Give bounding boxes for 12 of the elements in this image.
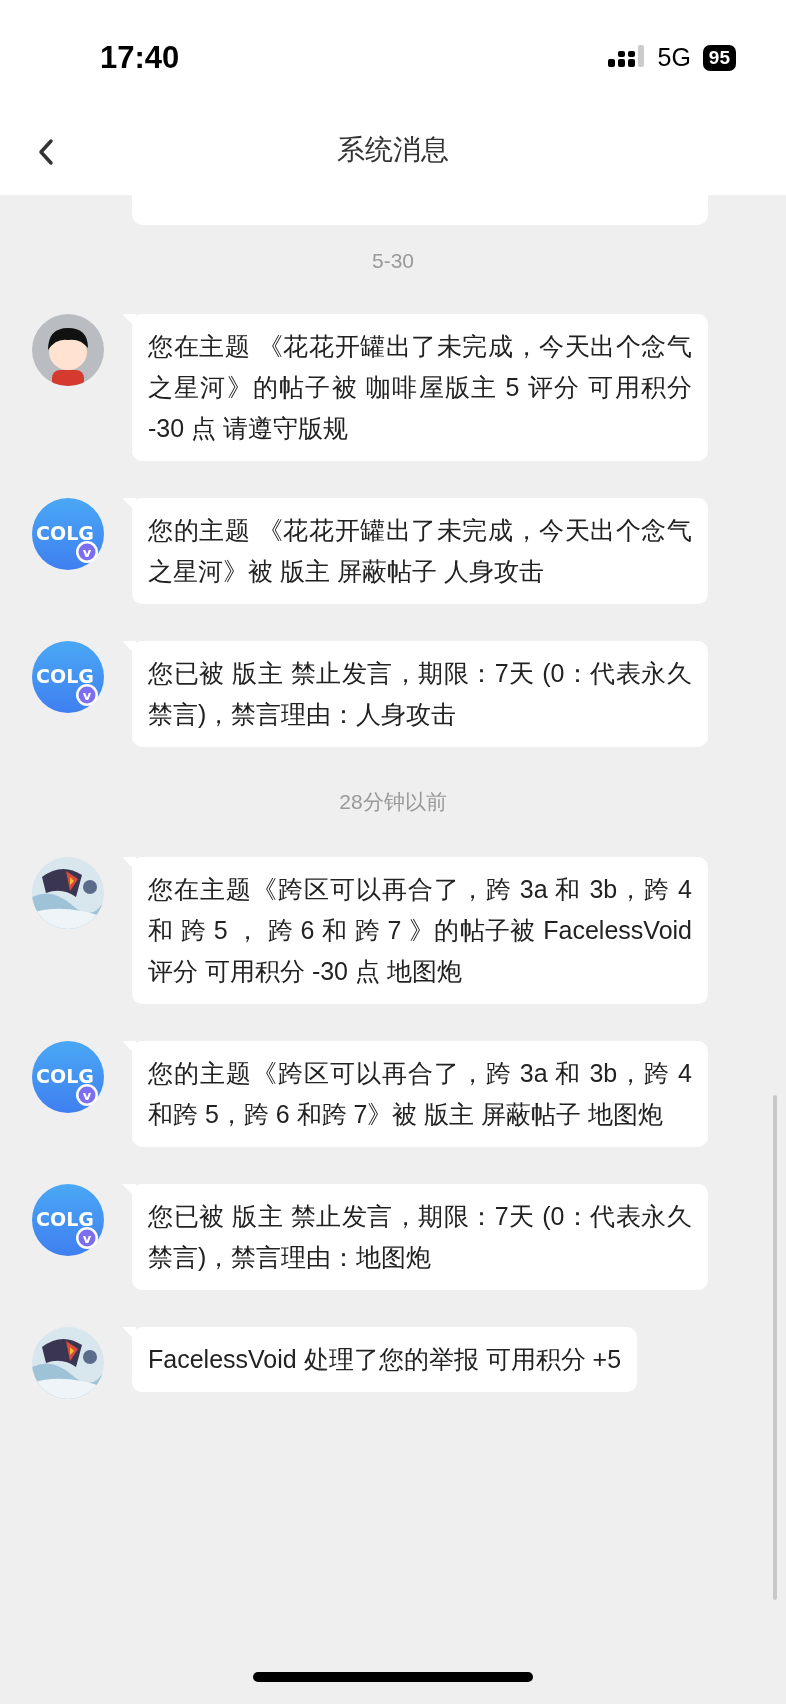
scrollbar[interactable] bbox=[773, 1095, 777, 1600]
clock-time: 17:40 bbox=[100, 39, 181, 76]
logo-avatar[interactable]: COLG v bbox=[32, 1184, 104, 1256]
network-label: 5G bbox=[657, 43, 691, 72]
logo-avatar[interactable]: COLG v bbox=[32, 641, 104, 713]
back-icon[interactable] bbox=[36, 137, 56, 167]
battery-level: 95 bbox=[702, 44, 736, 71]
logo-avatar[interactable]: COLG v bbox=[32, 498, 104, 570]
page-title: 系统消息 bbox=[337, 133, 449, 167]
date-label: 5-30 bbox=[372, 248, 414, 274]
logo-avatar[interactable]: COLG v bbox=[32, 1041, 104, 1113]
date-label: 28分钟以前 bbox=[339, 789, 447, 815]
